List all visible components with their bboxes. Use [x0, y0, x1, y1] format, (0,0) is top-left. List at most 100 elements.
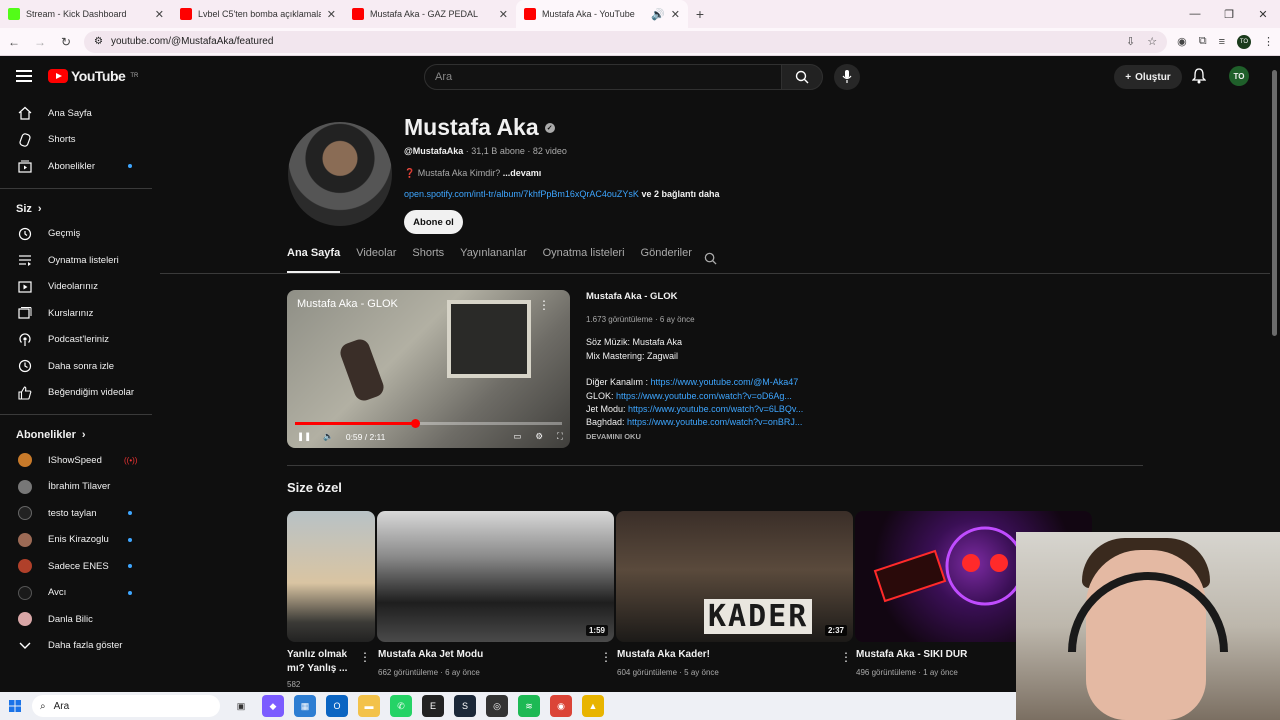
settings-gear-icon[interactable]: ⚙: [535, 431, 543, 442]
browser-tab-lvbel[interactable]: Lvbel C5'ten bomba açıklamala ✕: [172, 0, 344, 28]
new-tab-button[interactable]: +: [688, 0, 712, 28]
channel-avatar-large[interactable]: [288, 122, 392, 226]
close-icon[interactable]: ✕: [499, 8, 508, 21]
subscribe-button[interactable]: Abone ol: [404, 210, 463, 234]
sidebar-sub-testo-taylan[interactable]: testo taylan: [0, 500, 152, 527]
sidebar-item-shorts[interactable]: Shorts: [0, 127, 152, 154]
profile-avatar[interactable]: TO: [1237, 34, 1251, 49]
tab-shorts[interactable]: Shorts: [412, 247, 444, 273]
extension-icon[interactable]: ◉: [1177, 35, 1187, 48]
sidebar-item-your-videos[interactable]: Videolarınız: [0, 274, 152, 301]
scrubber-handle[interactable]: [410, 419, 420, 428]
youtube-logo[interactable]: YouTube TR: [48, 68, 138, 84]
sidebar-item-history[interactable]: Geçmiş: [0, 221, 152, 248]
sidebar-item-courses[interactable]: Kurslarınız: [0, 300, 152, 327]
task-view-icon[interactable]: ▣: [230, 695, 252, 717]
volume-icon[interactable]: 🔈: [323, 431, 334, 442]
close-icon[interactable]: ✕: [327, 8, 336, 21]
sidebar-item-podcasts[interactable]: Podcast'leriniz: [0, 327, 152, 354]
sidebar-sub-enis-kirazoglu[interactable]: Enis Kirazoglu: [0, 527, 152, 554]
video-thumbnail[interactable]: KADER 2:37: [616, 511, 853, 642]
hamburger-menu-icon[interactable]: [16, 70, 32, 82]
restore-icon[interactable]: ❐: [1212, 0, 1246, 28]
desc-link[interactable]: https://www.youtube.com/@M-Aka47: [651, 377, 799, 387]
spotify-icon[interactable]: ≋: [518, 695, 540, 717]
url-field[interactable]: ⚙ youtube.com/@MustafaAka/featured ⇩ ☆: [84, 30, 1168, 53]
account-avatar[interactable]: TO: [1229, 66, 1249, 86]
whatsapp-icon[interactable]: ✆: [390, 695, 412, 717]
sidebar-item-watch-later[interactable]: Daha sonra izle: [0, 353, 152, 380]
description-more-link[interactable]: ...devamı: [503, 168, 542, 178]
app-icon[interactable]: ▲: [582, 695, 604, 717]
voice-search-button[interactable]: [834, 64, 860, 90]
browser-tab-kick[interactable]: Stream - Kick Dashboard ✕: [0, 0, 172, 28]
media-icon[interactable]: ≡: [1219, 36, 1225, 48]
sidebar-show-more[interactable]: Daha fazla göster: [0, 633, 152, 660]
obs-icon[interactable]: ◎: [486, 695, 508, 717]
file-explorer-icon[interactable]: ▬: [358, 695, 380, 717]
speaker-icon[interactable]: 🔊: [651, 8, 665, 21]
more-options-icon[interactable]: ⋮: [600, 650, 612, 664]
more-options-icon[interactable]: ⋮: [359, 650, 371, 664]
sidebar-sub-ishowspeed[interactable]: IShowSpeed ((•)): [0, 447, 152, 474]
create-button[interactable]: + Oluştur: [1114, 65, 1182, 89]
notifications-bell-icon[interactable]: [1191, 68, 1207, 89]
tab-home[interactable]: Ana Sayfa: [287, 247, 341, 273]
sidebar-sub-ibrahim-tilaver[interactable]: İbrahim Tilaver: [0, 474, 152, 501]
sidebar-you-header[interactable]: Siz ›: [0, 197, 152, 221]
sidebar-item-home[interactable]: Ana Sayfa: [0, 100, 152, 127]
sidebar-sub-sadece-enes[interactable]: Sadece ENES: [0, 553, 152, 580]
close-icon[interactable]: ✕: [671, 8, 680, 21]
fullscreen-icon[interactable]: ⛶: [557, 431, 563, 442]
more-options-icon[interactable]: ⋮: [840, 650, 852, 664]
sidebar-sub-avci[interactable]: Avcı: [0, 580, 152, 607]
sidebar-sub-danla-bilic[interactable]: Danla Bilic: [0, 606, 152, 633]
video-title[interactable]: Yanlız olmak mı? Yanlış ...: [287, 648, 357, 676]
progress-bar[interactable]: [295, 419, 562, 428]
puzzle-icon[interactable]: ⧉: [1199, 35, 1207, 48]
minimize-icon[interactable]: —: [1178, 0, 1212, 28]
back-icon[interactable]: ←: [6, 35, 22, 49]
desc-link[interactable]: https://www.youtube.com/watch?v=onBRJ...: [627, 417, 802, 427]
reload-icon[interactable]: ↻: [58, 35, 74, 49]
outlook-icon[interactable]: O: [326, 695, 348, 717]
video-title[interactable]: Mustafa Aka - SIKI DUR: [856, 648, 967, 662]
video-title[interactable]: Mustafa Aka Kader!: [617, 648, 710, 662]
tab-videos[interactable]: Videolar: [356, 247, 396, 273]
video-thumbnail[interactable]: [287, 511, 375, 642]
browser-tab-gaz-pedal[interactable]: Mustafa Aka - GAZ PEDAL ✕: [344, 0, 516, 28]
featured-video-player[interactable]: Mustafa Aka - GLOK ⋮ ❚❚ 🔈 0:59 / 2:11 ▭ …: [287, 290, 570, 448]
install-icon[interactable]: ⇩: [1126, 35, 1135, 48]
chrome-icon[interactable]: ◉: [550, 695, 572, 717]
copilot-icon[interactable]: ◆: [262, 695, 284, 717]
channel-description[interactable]: ❓ Mustafa Aka Kimdir? ...devamı: [404, 168, 541, 179]
video-title[interactable]: Mustafa Aka Jet Modu: [378, 648, 483, 662]
player-title[interactable]: Mustafa Aka - GLOK: [297, 298, 398, 310]
desc-link[interactable]: https://www.youtube.com/watch?v=6LBQv...: [628, 404, 803, 414]
epic-games-icon[interactable]: E: [422, 695, 444, 717]
read-more-link[interactable]: DEVAMINI OKU: [586, 432, 641, 441]
sidebar-item-playlists[interactable]: Oynatma listeleri: [0, 247, 152, 274]
menu-icon[interactable]: ⋮: [1263, 35, 1274, 48]
steam-icon[interactable]: S: [454, 695, 476, 717]
featured-video-title[interactable]: Mustafa Aka - GLOK: [586, 291, 678, 302]
more-options-icon[interactable]: ⋮: [538, 298, 550, 312]
search-input[interactable]: Ara: [424, 64, 782, 90]
windows-start-icon[interactable]: [0, 700, 30, 712]
close-icon[interactable]: ✕: [155, 8, 164, 21]
tab-playlists[interactable]: Oynatma listeleri: [543, 247, 625, 273]
tab-releases[interactable]: Yayınlananlar: [460, 247, 526, 273]
forward-icon[interactable]: →: [32, 35, 48, 49]
sidebar-item-liked-videos[interactable]: Beğendiğim videolar: [0, 380, 152, 407]
channel-search-icon[interactable]: [704, 252, 717, 270]
spotify-link[interactable]: open.spotify.com/intl-tr/album/7khfPpBm1…: [404, 189, 639, 199]
subtitles-icon[interactable]: ▭: [513, 431, 521, 442]
page-scrollbar[interactable]: [1272, 70, 1277, 336]
video-thumbnail[interactable]: 1:59: [377, 511, 614, 642]
store-icon[interactable]: ▦: [294, 695, 316, 717]
browser-tab-youtube-active[interactable]: Mustafa Aka - YouTube 🔊 ✕: [516, 0, 688, 28]
sidebar-subscriptions-header[interactable]: Abonelikler ›: [0, 423, 152, 447]
pause-icon[interactable]: ❚❚: [297, 431, 311, 442]
close-window-icon[interactable]: ✕: [1246, 0, 1280, 28]
site-info-icon[interactable]: ⚙: [94, 36, 103, 47]
